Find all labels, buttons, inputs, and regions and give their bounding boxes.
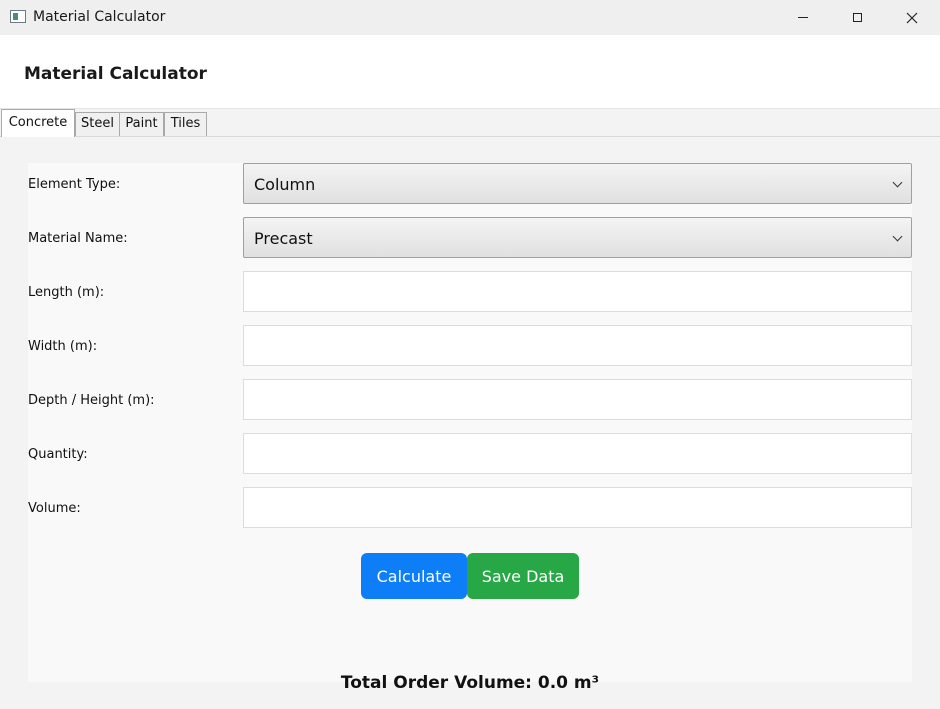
save-data-button[interactable]: Save Data — [467, 553, 579, 599]
width-input[interactable] — [243, 325, 912, 366]
tab-tiles[interactable]: Tiles — [164, 112, 207, 136]
length-label: Length (m): — [28, 285, 105, 300]
volume-label: Volume: — [28, 501, 81, 516]
maximize-icon — [852, 13, 862, 22]
window-title: Material Calculator — [33, 9, 166, 25]
total-order-volume: Total Order Volume: 0.0 m³ — [340, 673, 600, 693]
material-name-value: Precast — [254, 229, 313, 248]
element-type-label: Element Type: — [28, 177, 121, 192]
maximize-button[interactable] — [834, 0, 880, 35]
close-button[interactable] — [889, 0, 935, 35]
element-type-value: Column — [254, 175, 316, 194]
tab-strip: Concrete Steel Paint Tiles — [0, 109, 940, 137]
app-icon — [10, 10, 26, 23]
material-name-select[interactable]: Precast — [243, 217, 912, 258]
app-header: Material Calculator — [0, 35, 940, 109]
material-name-label: Material Name: — [28, 231, 128, 246]
volume-input[interactable] — [243, 487, 912, 528]
tab-paint[interactable]: Paint — [119, 112, 164, 136]
tab-concrete[interactable]: Concrete — [1, 109, 75, 137]
chevron-down-icon — [892, 177, 903, 188]
length-input[interactable] — [243, 271, 912, 312]
close-icon — [906, 12, 918, 23]
quantity-label: Quantity: — [28, 447, 88, 462]
depth-height-input[interactable] — [243, 379, 912, 420]
chevron-down-icon — [892, 231, 903, 242]
quantity-input[interactable] — [243, 433, 912, 474]
page-title: Material Calculator — [24, 64, 207, 84]
minimize-button[interactable] — [780, 0, 826, 35]
minimize-icon — [798, 17, 808, 18]
window-titlebar: Material Calculator — [0, 0, 940, 35]
element-type-select[interactable]: Column — [243, 163, 912, 204]
tab-steel[interactable]: Steel — [75, 112, 120, 136]
depth-height-label: Depth / Height (m): — [28, 393, 155, 408]
calculate-button[interactable]: Calculate — [361, 553, 467, 599]
width-label: Width (m): — [28, 339, 98, 354]
